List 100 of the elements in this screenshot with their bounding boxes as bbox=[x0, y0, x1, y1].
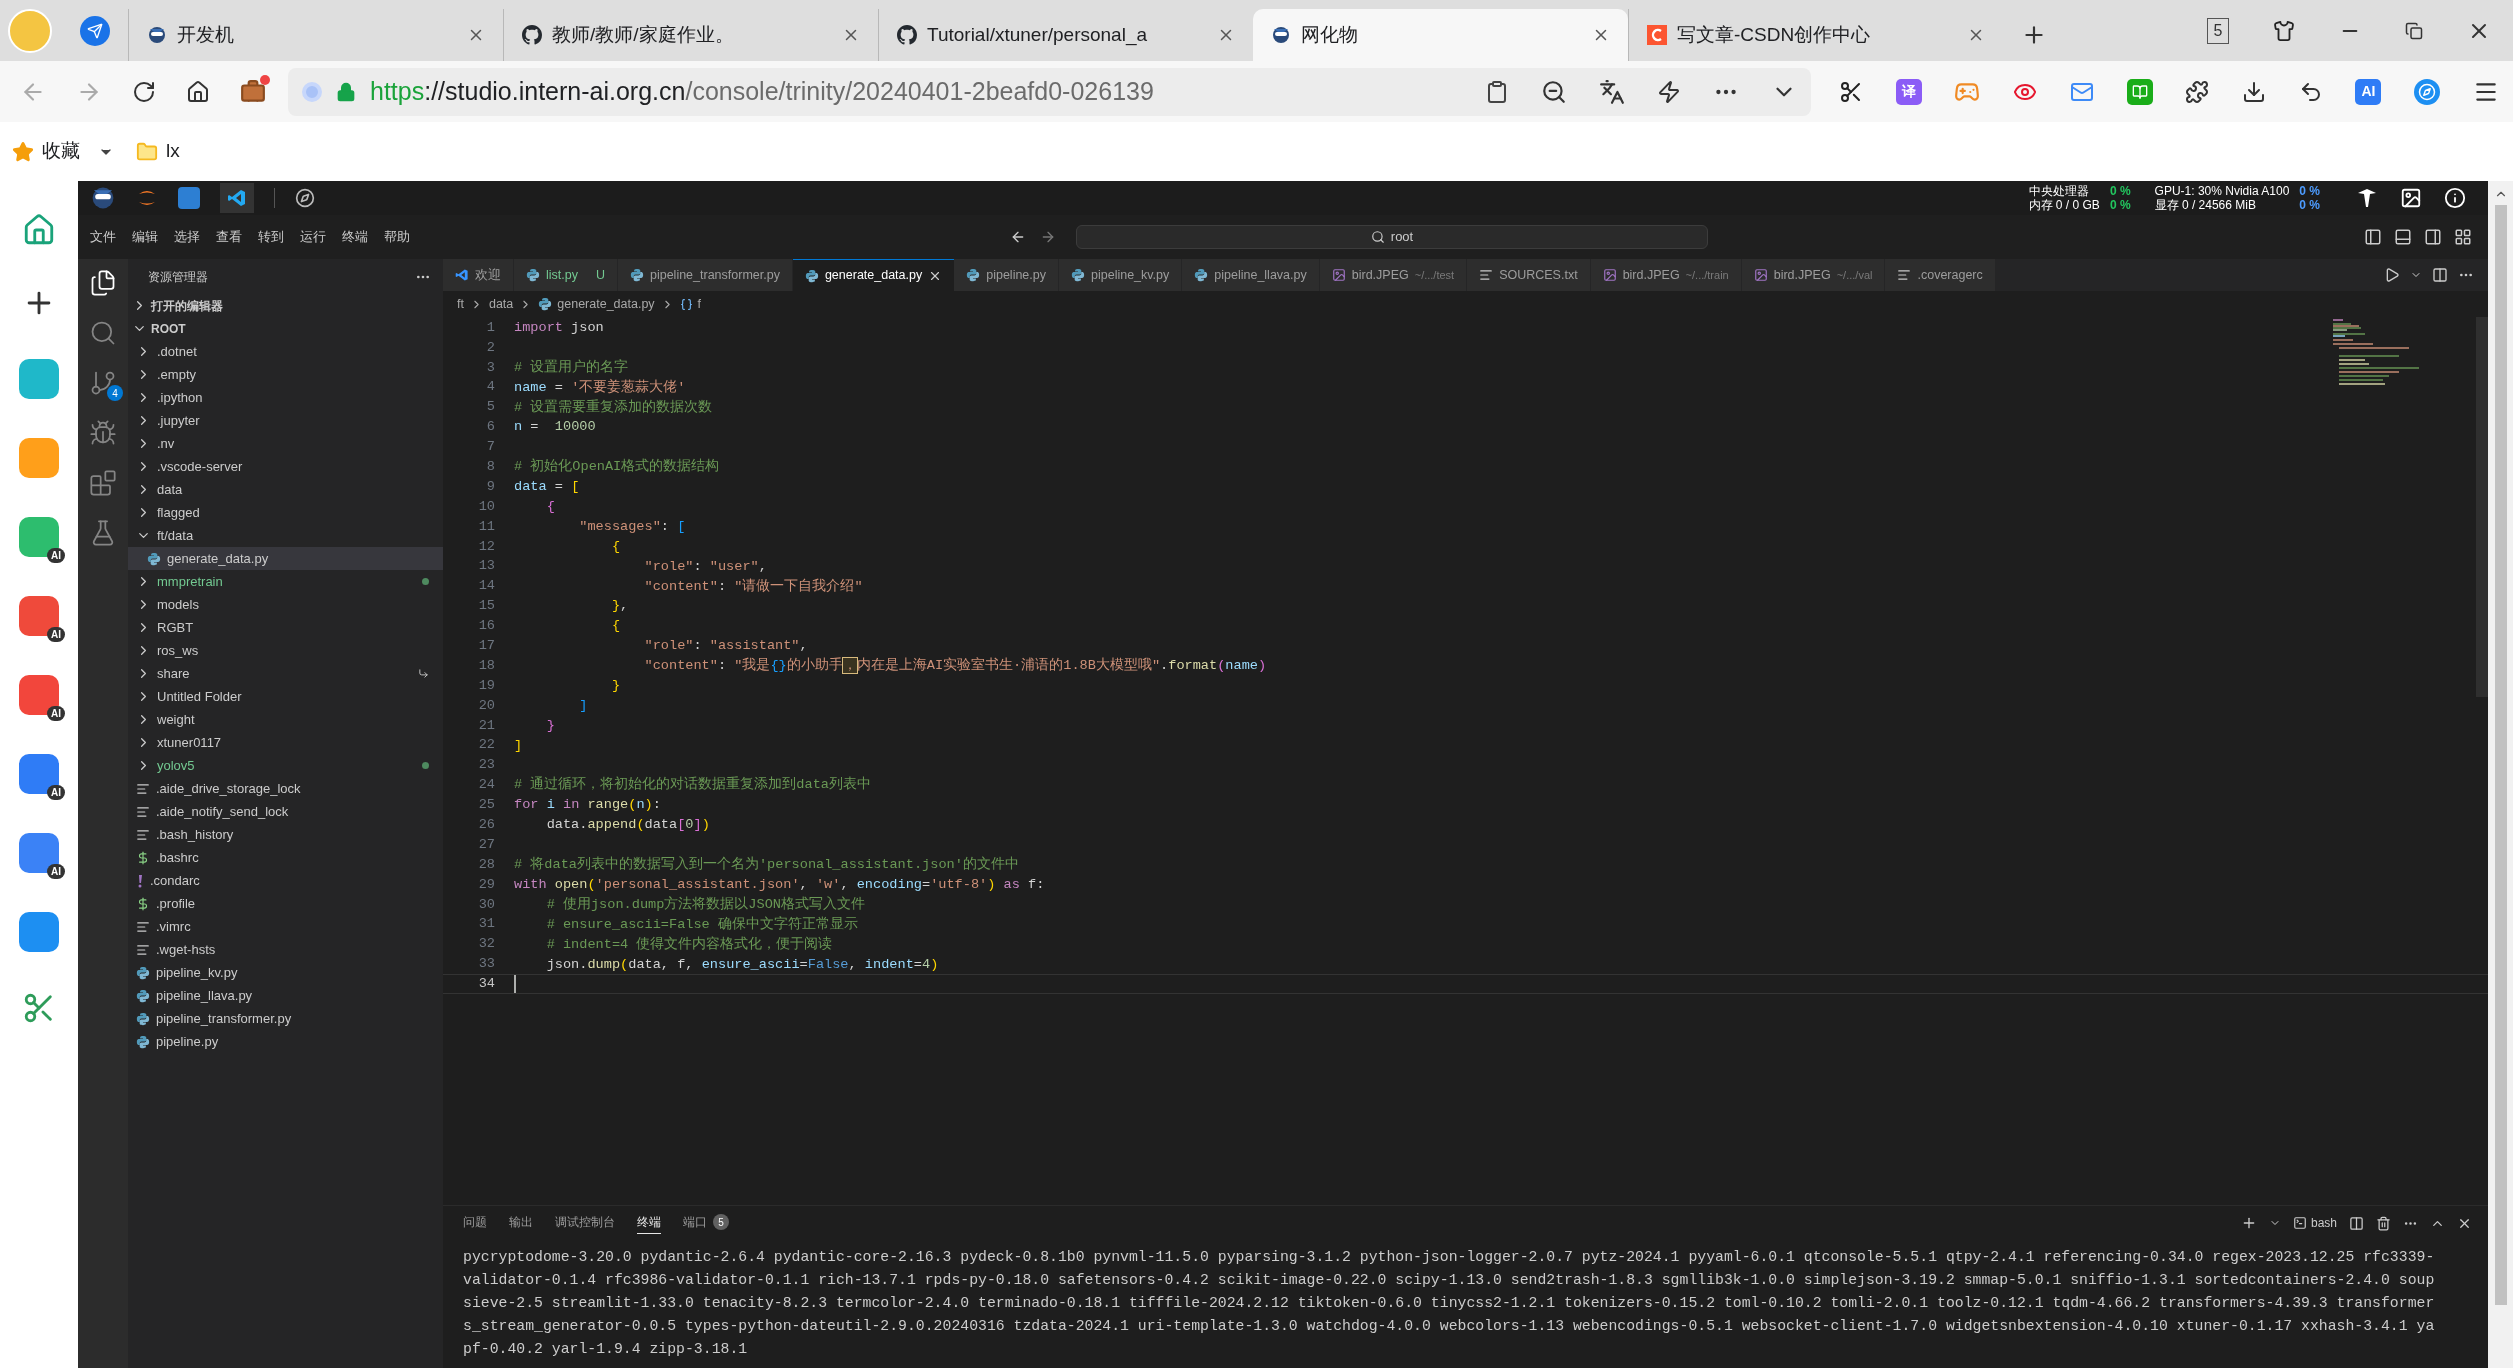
panel-tab[interactable]: 输出 bbox=[509, 1213, 533, 1233]
editor-tab[interactable]: .coveragerc bbox=[1885, 259, 1996, 291]
editor-tab[interactable]: 欢迎 bbox=[443, 259, 514, 291]
panel-right-icon[interactable] bbox=[2424, 228, 2442, 246]
back-icon[interactable] bbox=[1010, 229, 1026, 245]
clipboard-icon[interactable] bbox=[1485, 79, 1509, 104]
menu-item[interactable]: 运行 bbox=[300, 227, 326, 247]
panel-tab[interactable]: 端口 5 bbox=[683, 1213, 729, 1233]
translate-icon[interactable] bbox=[1599, 78, 1625, 105]
reload-icon[interactable] bbox=[132, 79, 156, 104]
tree-item[interactable]: pipeline_kv.py bbox=[128, 961, 443, 984]
editor-tab[interactable]: bird.JPEG ~/.../train bbox=[1590, 259, 1742, 291]
tree-item[interactable]: generate_data.py bbox=[128, 547, 443, 570]
extension-badge[interactable]: AI bbox=[2355, 78, 2382, 105]
scrollbar[interactable] bbox=[2476, 317, 2488, 697]
tree-item[interactable]: ft/data bbox=[128, 524, 443, 547]
extension-badge[interactable]: 译 bbox=[1895, 78, 1922, 105]
bookmark[interactable]: 收藏 bbox=[12, 137, 114, 166]
tree-item[interactable]: flagged bbox=[128, 501, 443, 524]
tree-item[interactable]: pipeline_llava.py bbox=[128, 984, 443, 1007]
tree-item[interactable]: data bbox=[128, 478, 443, 501]
menu-item[interactable]: 编辑 bbox=[132, 227, 158, 247]
tree-item[interactable]: .bash_history bbox=[128, 823, 443, 846]
panel-left-icon[interactable] bbox=[2364, 228, 2382, 246]
tree-item[interactable]: .dotnet bbox=[128, 340, 443, 363]
panel-tab[interactable]: 终端 bbox=[637, 1212, 661, 1234]
tree-item[interactable]: mmpretrain bbox=[128, 570, 443, 593]
editor-tab[interactable]: pipeline_llava.py bbox=[1182, 259, 1320, 291]
panel-tab[interactable]: 调试控制台 bbox=[555, 1213, 615, 1233]
split-terminal-icon[interactable] bbox=[2349, 1215, 2364, 1231]
shirt-icon[interactable] bbox=[2273, 19, 2295, 42]
info-icon[interactable] bbox=[2444, 187, 2466, 209]
section-header[interactable]: ROOT bbox=[128, 317, 443, 340]
app-icon[interactable] bbox=[19, 596, 59, 636]
editor-tab[interactable]: list.py U bbox=[514, 259, 618, 291]
trash-icon[interactable] bbox=[2376, 1215, 2391, 1231]
browser-tab[interactable]: 网化物 bbox=[1253, 9, 1628, 61]
logo-icon[interactable] bbox=[2356, 187, 2378, 209]
tree-item[interactable]: weight bbox=[128, 708, 443, 731]
menu-item[interactable]: 转到 bbox=[258, 227, 284, 247]
tree-item[interactable]: pipeline_transformer.py bbox=[128, 1007, 443, 1030]
tree-item[interactable]: xtuner0117 bbox=[128, 731, 443, 754]
breadcrumb-item[interactable]: generate_data.py bbox=[538, 294, 655, 314]
section-header[interactable]: 打开的编辑器 bbox=[128, 294, 443, 317]
tree-item[interactable]: ros_ws bbox=[128, 639, 443, 662]
layout-icon[interactable] bbox=[2454, 228, 2472, 246]
vscode-icon[interactable] bbox=[220, 183, 254, 213]
tree-item[interactable]: .bashrc bbox=[128, 846, 443, 869]
editor-tab[interactable]: SOURCES.txt bbox=[1467, 259, 1591, 291]
tree-item[interactable]: .ipython bbox=[128, 386, 443, 409]
tree-item[interactable]: .vimrc bbox=[128, 915, 443, 938]
breadcrumb-item[interactable]: ft bbox=[457, 294, 464, 314]
panel-tab[interactable]: 问题 bbox=[463, 1213, 487, 1233]
editor-tab[interactable]: pipeline.py bbox=[954, 259, 1059, 291]
tree-item[interactable]: share bbox=[128, 662, 443, 685]
tree-item[interactable]: Untitled Folder bbox=[128, 685, 443, 708]
files-icon[interactable] bbox=[89, 269, 117, 297]
tree-item[interactable]: .wget-hsts bbox=[128, 938, 443, 961]
panel-bottom-icon[interactable] bbox=[2394, 228, 2412, 246]
send-icon[interactable] bbox=[80, 15, 110, 46]
editor-tab[interactable]: pipeline_transformer.py bbox=[618, 259, 793, 291]
tree-item[interactable]: .profile bbox=[128, 892, 443, 915]
extensions-icon[interactable] bbox=[2185, 79, 2210, 104]
app-icon[interactable] bbox=[19, 754, 59, 794]
bookmark[interactable]: lx bbox=[136, 137, 180, 166]
scissors-icon[interactable] bbox=[1839, 79, 1863, 104]
command-center[interactable]: root bbox=[1076, 225, 1708, 249]
breadcrumb-item[interactable]: data bbox=[488, 294, 514, 314]
tree-item[interactable]: .nv bbox=[128, 432, 443, 455]
zoom-out-icon[interactable] bbox=[1541, 78, 1567, 105]
tree-item[interactable]: .condarc bbox=[128, 869, 443, 892]
compass-icon[interactable] bbox=[295, 188, 315, 208]
tree-item[interactable]: .jupyter bbox=[128, 409, 443, 432]
menu-item[interactable]: 终端 bbox=[342, 227, 368, 247]
tree-item[interactable]: .aide_notify_send_lock bbox=[128, 800, 443, 823]
address-field[interactable]: https://studio.intern-ai.org.cn/console/trinity/20240401-2beafd0-026139 bbox=[288, 67, 1811, 116]
search-icon[interactable] bbox=[89, 319, 117, 347]
restore-icon[interactable] bbox=[2405, 21, 2423, 40]
tree-item[interactable]: pipeline.py bbox=[128, 1030, 443, 1053]
tree-item[interactable]: yolov5 bbox=[128, 754, 443, 777]
app-icon[interactable] bbox=[19, 675, 59, 715]
download-icon[interactable] bbox=[2242, 79, 2267, 104]
menu-item[interactable]: 选择 bbox=[174, 227, 200, 247]
breadcrumb-item[interactable]: f bbox=[679, 294, 702, 314]
tree-item[interactable]: .aide_drive_storage_lock bbox=[128, 777, 443, 800]
editor-tab[interactable]: bird.JPEG ~/.../test bbox=[1319, 259, 1468, 291]
tab-count[interactable]: 5 bbox=[2207, 17, 2229, 44]
tree-item[interactable]: .empty bbox=[128, 363, 443, 386]
menu-item[interactable]: 帮助 bbox=[384, 227, 410, 247]
branch-icon[interactable] bbox=[89, 369, 117, 397]
menu-item[interactable]: 查看 bbox=[216, 227, 242, 247]
tree-item[interactable]: .vscode-server bbox=[128, 455, 443, 478]
editor-tab[interactable]: bird.JPEG ~/.../val bbox=[1741, 259, 1886, 291]
forward-icon[interactable] bbox=[1040, 229, 1056, 245]
bug-icon[interactable] bbox=[89, 419, 117, 447]
home-icon[interactable] bbox=[186, 79, 210, 104]
image-icon[interactable] bbox=[2400, 187, 2422, 209]
editor-tab[interactable]: generate_data.py bbox=[792, 259, 955, 291]
split-editor-icon[interactable] bbox=[2432, 267, 2448, 283]
blocks-icon[interactable] bbox=[89, 469, 117, 497]
